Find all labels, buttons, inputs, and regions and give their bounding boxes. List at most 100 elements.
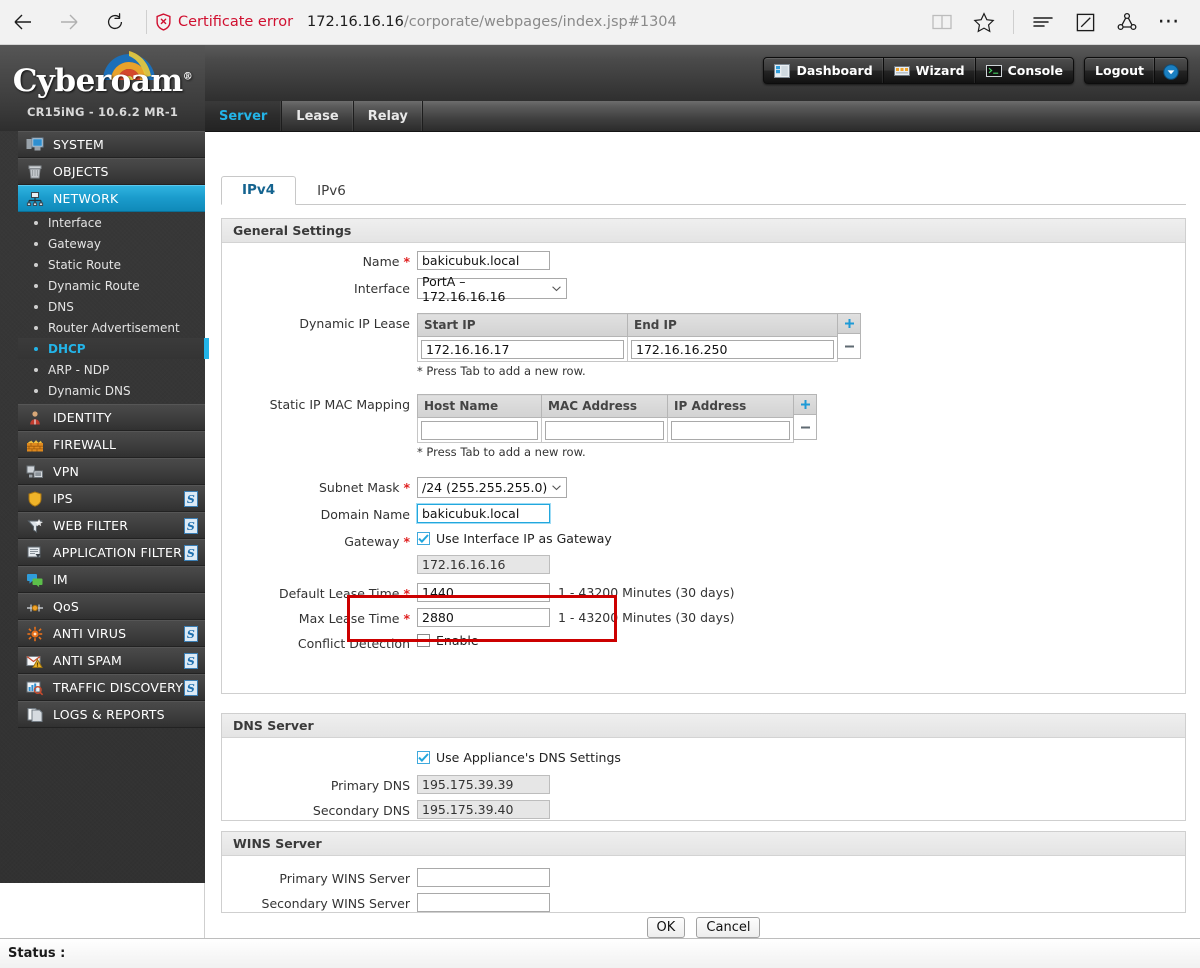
- dashboard-button[interactable]: Dashboard: [764, 58, 884, 83]
- sidebar-item-dhcp[interactable]: DHCP: [18, 338, 209, 359]
- sidebar-item-anti-virus[interactable]: ANTI VIRUS S: [18, 620, 205, 647]
- sidebar-item-dynamic-route[interactable]: Dynamic Route: [18, 275, 205, 296]
- tab-server[interactable]: Server: [205, 101, 283, 131]
- sidebar-item-anti-spam[interactable]: ANTI SPAM S: [18, 647, 205, 674]
- status-bar: Status :: [0, 938, 1200, 968]
- table-row: [417, 417, 794, 443]
- hub-button[interactable]: [1022, 2, 1064, 42]
- sidebar-item-web-filter[interactable]: WEB FILTER S: [18, 512, 205, 539]
- bullet-icon: [34, 346, 38, 351]
- end-ip-input[interactable]: [631, 340, 834, 359]
- bullet-icon: [34, 262, 38, 267]
- wizard-button[interactable]: Wizard: [884, 58, 976, 83]
- forward-arrow-icon: [57, 10, 81, 34]
- mac-address-input[interactable]: [545, 421, 664, 440]
- sidebar-item-network[interactable]: NETWORK: [18, 185, 205, 212]
- add-mapping-row-button[interactable]: [793, 394, 817, 415]
- wizard-icon: [893, 64, 910, 78]
- share-button[interactable]: [1106, 2, 1148, 42]
- add-lease-row-button[interactable]: [837, 313, 861, 334]
- field-use-appliance-dns: Use Appliance's DNS Settings: [222, 750, 1185, 768]
- conflict-detection-checkbox[interactable]: [417, 634, 430, 647]
- host-name-input[interactable]: [421, 421, 538, 440]
- sidebar-item-qos[interactable]: QoS: [18, 593, 205, 620]
- sidebar-item-im[interactable]: IM: [18, 566, 205, 593]
- subscription-badge-icon: S: [184, 491, 198, 507]
- interface-select[interactable]: PortA – 172.16.16.16: [417, 274, 567, 304]
- max-lease-time-hint: 1 - 43200 Minutes (30 days): [558, 610, 735, 625]
- gateway-value-spacer: [222, 555, 417, 573]
- sidebar-item-label: SYSTEM: [53, 137, 105, 152]
- tab-ipv4[interactable]: IPv4: [221, 176, 297, 205]
- remove-mapping-row-button[interactable]: [793, 415, 817, 440]
- subscription-badge-icon: S: [184, 626, 198, 642]
- sidebar-item-traffic-discovery[interactable]: TRAFFIC DISCOVERY S: [18, 674, 205, 701]
- back-button[interactable]: [0, 2, 46, 42]
- static-mapping-label: Static IP MAC Mapping: [269, 397, 410, 412]
- more-icon: ⋯: [1157, 9, 1181, 34]
- reading-view-button[interactable]: [921, 2, 963, 42]
- sidebar-item-firewall[interactable]: FIREWALL: [18, 431, 205, 458]
- sidebar-item-label: IM: [53, 572, 68, 587]
- brand-label: Cyberoam: [12, 63, 183, 99]
- identity-user-icon: [26, 410, 44, 426]
- sidebar-item-gateway[interactable]: Gateway: [18, 233, 205, 254]
- sidebar-item-router-advertisement[interactable]: Router Advertisement: [18, 317, 205, 338]
- sidebar-item-ips[interactable]: IPS S: [18, 485, 205, 512]
- chevron-down-icon: [551, 285, 562, 292]
- max-lease-time-input[interactable]: [417, 608, 550, 627]
- sidebar-item-application-filter[interactable]: APPLICATION FILTER S: [18, 539, 205, 566]
- address-bar[interactable]: 172.16.16.16/corporate/webpages/index.js…: [307, 14, 677, 30]
- sidebar-item-logs-reports[interactable]: LOGS & REPORTS: [18, 701, 205, 728]
- sidebar-item-vpn[interactable]: VPN: [18, 458, 205, 485]
- wizard-label: Wizard: [915, 63, 965, 78]
- cancel-button[interactable]: Cancel: [696, 917, 761, 938]
- refresh-button[interactable]: [92, 2, 138, 42]
- cell-host-name: [417, 417, 542, 443]
- tab-ipv6[interactable]: IPv6: [296, 177, 367, 205]
- objects-box-icon: [26, 164, 44, 180]
- system-monitor-icon: [26, 137, 44, 153]
- secondary-wins-input[interactable]: [417, 893, 550, 912]
- use-appliance-dns-checkbox[interactable]: [417, 751, 430, 764]
- remove-lease-row-button[interactable]: [837, 334, 861, 359]
- sidebar-item-system[interactable]: SYSTEM: [18, 131, 205, 158]
- web-note-button[interactable]: [1064, 2, 1106, 42]
- domain-name-input[interactable]: [416, 503, 551, 524]
- sidebar-item-dynamic-dns[interactable]: Dynamic DNS: [18, 380, 205, 401]
- brand-trademark: ®: [182, 71, 193, 83]
- subscription-badge-icon: S: [184, 653, 198, 669]
- sidebar: SYSTEM OBJECTS NETWORK Interface Gateway…: [0, 131, 209, 883]
- start-ip-input[interactable]: [421, 340, 624, 359]
- sidebar-item-identity[interactable]: IDENTITY: [18, 404, 205, 431]
- more-button[interactable]: ⋯: [1148, 2, 1190, 42]
- primary-wins-input[interactable]: [417, 868, 550, 887]
- ip-address-input[interactable]: [671, 421, 790, 440]
- logout-button[interactable]: Logout: [1085, 58, 1155, 83]
- logs-reports-icon: [26, 707, 44, 723]
- sidebar-item-objects[interactable]: OBJECTS: [18, 158, 205, 185]
- cell-start-ip: [417, 336, 628, 362]
- subnet-mask-select[interactable]: /24 (255.255.255.0): [417, 477, 567, 498]
- sidebar-subitem-label: DHCP: [48, 341, 86, 356]
- certificate-error-indicator[interactable]: Certificate error: [155, 13, 293, 31]
- default-lease-time-input[interactable]: [417, 583, 550, 602]
- sidebar-item-interface[interactable]: Interface: [18, 212, 205, 233]
- ok-button[interactable]: OK: [646, 917, 686, 938]
- web-note-icon: [1075, 12, 1096, 33]
- logout-dropdown-button[interactable]: [1155, 58, 1187, 83]
- name-input[interactable]: [417, 251, 550, 270]
- interface-selected-value: PortA – 172.16.16.16: [422, 273, 506, 304]
- forward-button[interactable]: [46, 2, 92, 42]
- sidebar-item-static-route[interactable]: Static Route: [18, 254, 205, 275]
- use-interface-ip-as-gateway-checkbox[interactable]: [417, 532, 430, 545]
- sidebar-item-arp-ndp[interactable]: ARP - NDP: [18, 359, 205, 380]
- dynamic-ip-lease-row-controls: [837, 313, 861, 359]
- favorites-button[interactable]: [963, 2, 1005, 42]
- sidebar-item-dns[interactable]: DNS: [18, 296, 205, 317]
- tab-lease[interactable]: Lease: [282, 101, 354, 131]
- console-button[interactable]: Console: [976, 58, 1073, 83]
- tab-relay[interactable]: Relay: [354, 101, 423, 131]
- required-marker: *: [403, 611, 410, 626]
- anti-virus-icon: [26, 626, 44, 642]
